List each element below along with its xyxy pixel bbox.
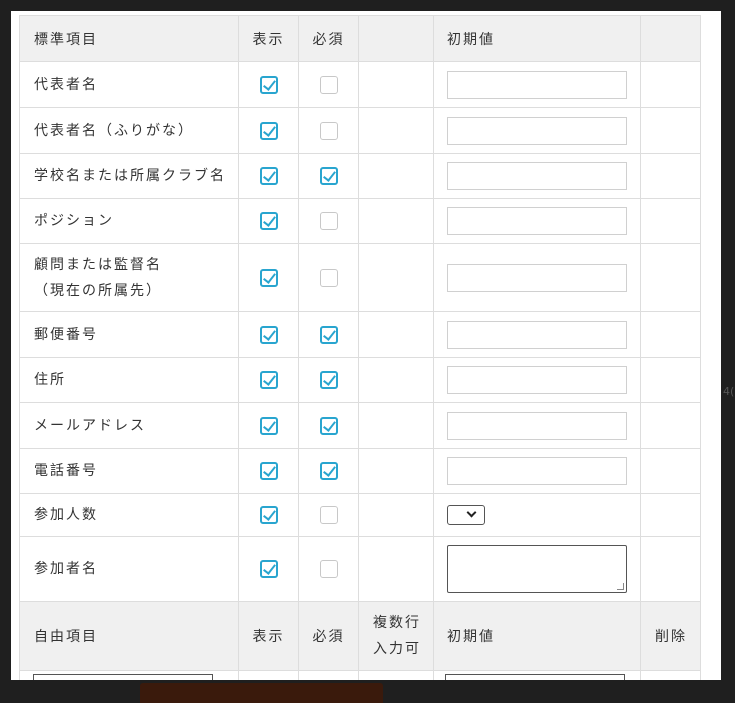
initial-value-input[interactable] (447, 457, 627, 485)
side-hint-text: 4( (723, 385, 735, 398)
display-checkbox[interactable] (259, 325, 278, 344)
field-label: 代表者名（ふりがな） (34, 122, 194, 139)
standard-row: 顧問または監督名 （現在の所属先） (19, 243, 701, 312)
initial-value-input[interactable] (447, 320, 627, 349)
required-checkbox[interactable] (319, 560, 338, 578)
field-label-cell: ポジション (19, 198, 239, 244)
standard-row: 電話番号 (19, 448, 701, 494)
standard-row: メールアドレス (19, 402, 701, 449)
header-required: 必須 (298, 15, 359, 62)
field-label-cell: 学校名または所属クラブ名 (19, 153, 239, 199)
header-delete (640, 15, 701, 62)
standard-row: 参加者名 (19, 536, 701, 602)
field-label-cell: 電話番号 (19, 448, 239, 494)
initial-value-input[interactable] (447, 116, 627, 145)
required-checkbox[interactable] (319, 212, 338, 230)
header-free-initial-value: 初期値 (433, 601, 641, 671)
standard-row: 参加人数 (19, 493, 701, 537)
display-checkbox[interactable] (259, 268, 278, 287)
standard-row: ポジション (19, 198, 701, 244)
free-header-row: 自由項目 表示 必須 複数行 入力可 初期値 削除 (19, 601, 701, 671)
participant-count-select[interactable] (447, 505, 485, 525)
initial-value-textarea[interactable] (447, 545, 627, 593)
required-checkbox[interactable] (319, 462, 338, 480)
display-checkbox[interactable] (259, 506, 278, 524)
initial-value-input[interactable] (447, 207, 627, 235)
bottom-action-button[interactable] (140, 683, 383, 703)
header-free-item: 自由項目 (19, 601, 239, 671)
display-checkbox[interactable] (259, 416, 278, 435)
field-label-cell: 郵便番号 (19, 311, 239, 358)
field-label: 顧問または監督名 (34, 256, 162, 273)
header-initial-value: 初期値 (433, 15, 641, 62)
initial-value-input[interactable] (447, 366, 627, 394)
field-label: 参加人数 (34, 507, 98, 523)
field-label: メールアドレス (34, 417, 146, 434)
field-label-cell: 参加者名 (19, 536, 239, 602)
initial-value-input[interactable] (447, 263, 627, 292)
standard-row: 住所 (19, 357, 701, 403)
header-free-delete: 削除 (640, 601, 701, 671)
standard-row: 郵便番号 (19, 311, 701, 358)
field-label: 電話番号 (34, 463, 98, 479)
field-label: 郵便番号 (34, 326, 98, 343)
free-item-initial-input[interactable] (445, 674, 625, 680)
standard-rows: 代表者名代表者名（ふりがな） 学校名または所属クラブ名 ポジション顧問または監督名 （… (19, 61, 701, 602)
standard-header-row: 標準項目 表示 必須 初期値 (19, 15, 701, 62)
field-label-cell: 顧問または監督名 （現在の所属先） (19, 243, 239, 312)
header-multiline (358, 15, 434, 62)
standard-row: 代表者名（ふりがな） (19, 107, 701, 154)
header-free-required: 必須 (298, 601, 359, 671)
field-label: 代表者名 (34, 76, 98, 93)
display-checkbox[interactable] (259, 371, 278, 389)
display-checkbox[interactable] (259, 560, 278, 578)
field-label-cell: メールアドレス (19, 402, 239, 449)
required-checkbox[interactable] (319, 416, 338, 435)
field-label-cell: 参加人数 (19, 493, 239, 537)
required-checkbox[interactable] (319, 371, 338, 389)
field-label-cell: 代表者名 (19, 61, 239, 108)
display-checkbox[interactable] (259, 462, 278, 480)
display-checkbox[interactable] (259, 167, 278, 185)
field-label: 学校名または所属クラブ名 (34, 168, 226, 184)
header-free-multiline-line1: 複数行 (373, 615, 421, 631)
header-free-multiline-line2: 入力可 (373, 641, 421, 657)
initial-value-input[interactable] (447, 162, 627, 190)
form-settings-panel: 標準項目 表示 必須 初期値 代表者名代表者名（ふりがな） 学校名または所属クラブ… (11, 11, 721, 680)
field-label-sub: （現在の所属先） (34, 282, 162, 299)
required-checkbox[interactable] (319, 121, 338, 140)
header-display: 表示 (238, 15, 299, 62)
field-label: 住所 (34, 372, 66, 388)
field-label: 参加者名 (34, 561, 98, 577)
standard-row: 代表者名 (19, 61, 701, 108)
free-item-name-input[interactable] (33, 674, 213, 680)
initial-value-input[interactable] (447, 70, 627, 99)
header-free-multiline: 複数行 入力可 (358, 601, 434, 671)
required-checkbox[interactable] (319, 75, 338, 94)
display-checkbox[interactable] (259, 121, 278, 140)
field-label: ポジション (34, 213, 114, 229)
required-checkbox[interactable] (319, 268, 338, 287)
field-label-cell: 代表者名（ふりがな） (19, 107, 239, 154)
standard-row: 学校名または所属クラブ名 (19, 153, 701, 199)
required-checkbox[interactable] (319, 167, 338, 185)
header-standard-item: 標準項目 (19, 15, 239, 62)
display-checkbox[interactable] (259, 75, 278, 94)
required-checkbox[interactable] (319, 506, 338, 524)
required-checkbox[interactable] (319, 325, 338, 344)
initial-value-input[interactable] (447, 411, 627, 440)
field-label-cell: 住所 (19, 357, 239, 403)
display-checkbox[interactable] (259, 212, 278, 230)
header-free-display: 表示 (238, 601, 299, 671)
form-fields-table: 標準項目 表示 必須 初期値 代表者名代表者名（ふりがな） 学校名または所属クラブ… (19, 15, 701, 680)
